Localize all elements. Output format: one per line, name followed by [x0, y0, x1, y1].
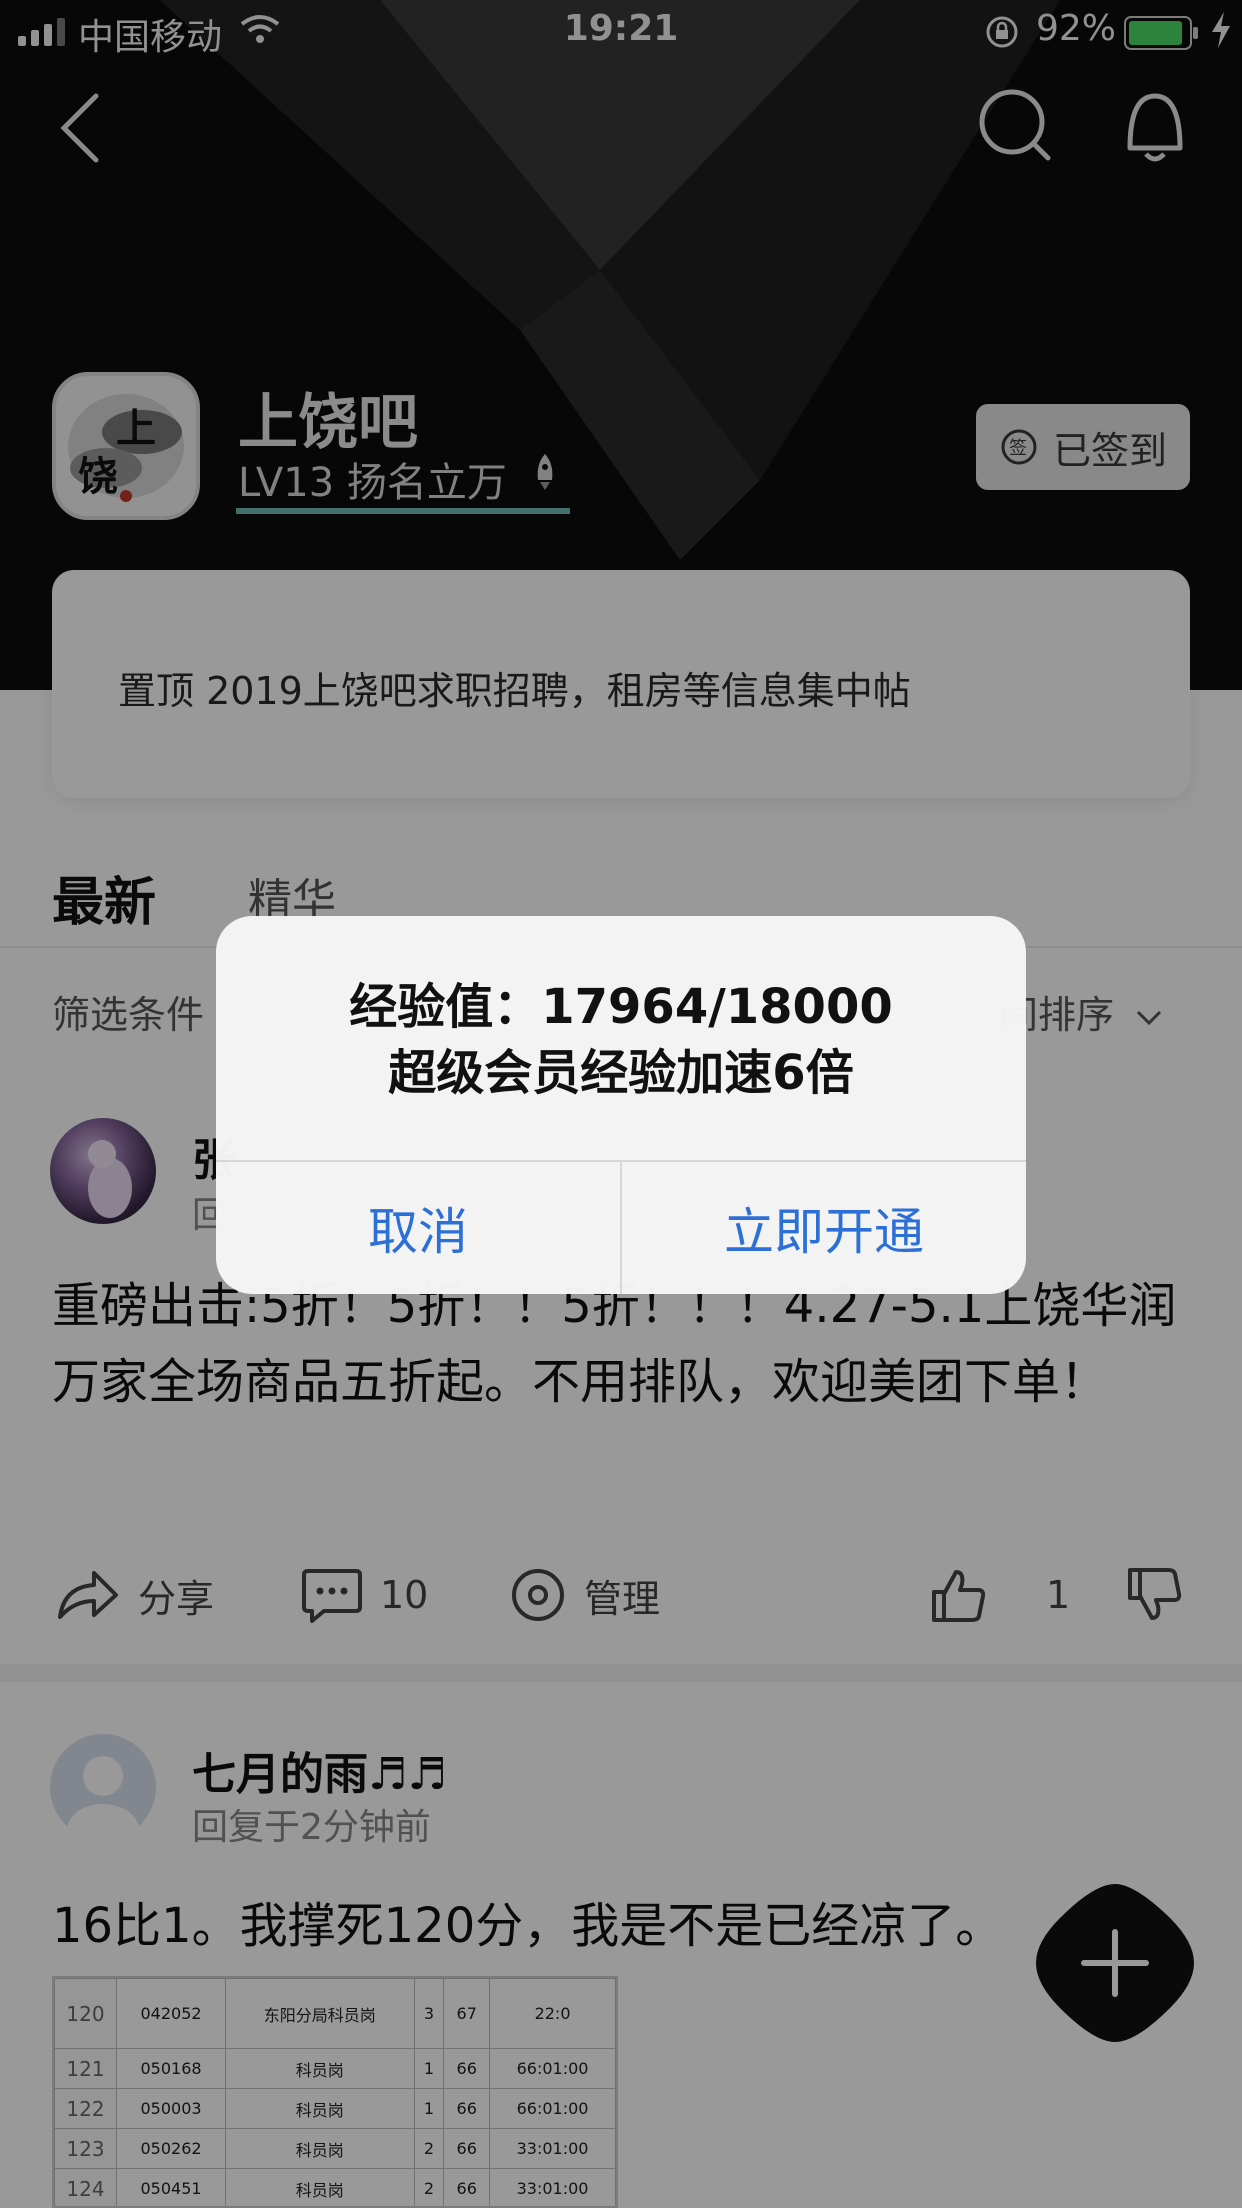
dialog-title: 经验值：17964/18000 [349, 979, 893, 1035]
experience-dialog: 经验值：17964/18000 超级会员经验加速6倍 取消 立即开通 [216, 916, 1026, 1294]
activate-now-button[interactable]: 立即开通 [622, 1162, 1026, 1294]
dialog-subtitle: 超级会员经验加速6倍 [388, 1045, 854, 1101]
cancel-button[interactable]: 取消 [216, 1162, 620, 1294]
